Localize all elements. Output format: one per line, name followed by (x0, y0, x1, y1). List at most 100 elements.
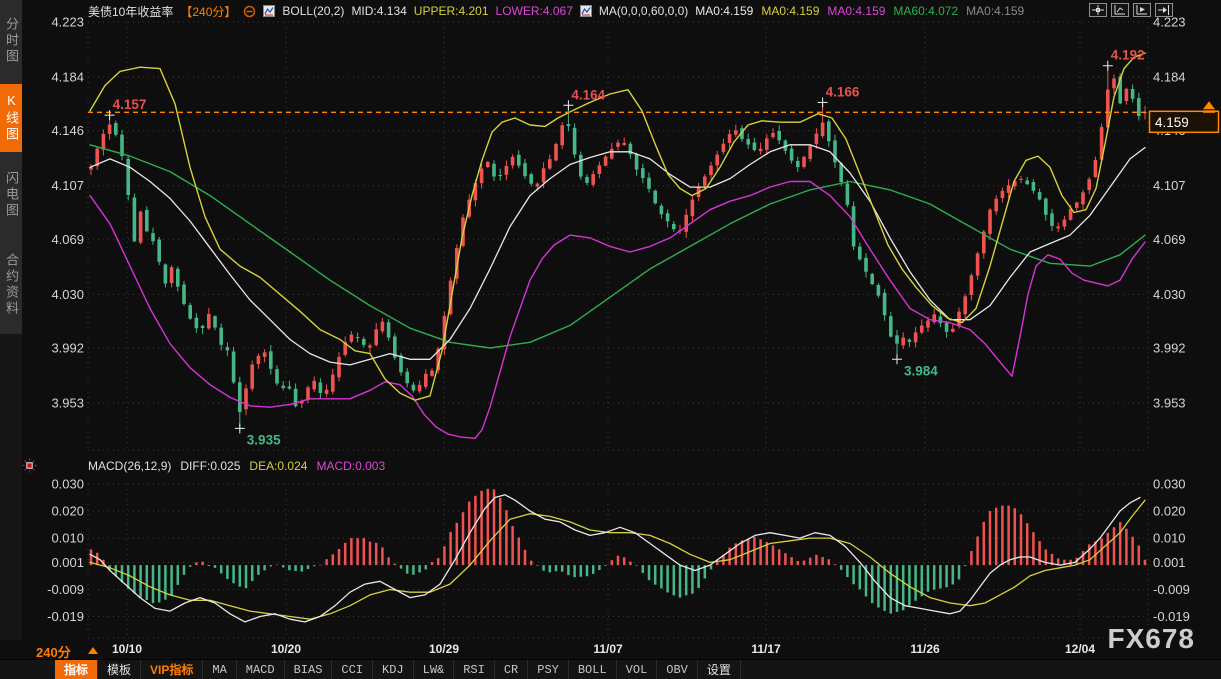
ma-value-2: MA0:4.159 (827, 4, 885, 18)
svg-text:4.184: 4.184 (1153, 70, 1186, 85)
low-annotation-3.935: 3.935 (247, 432, 281, 447)
shift-right-icon[interactable] (1155, 3, 1173, 17)
boll-indicator-icon[interactable] (263, 5, 275, 17)
candlestick-series[interactable] (89, 66, 1147, 429)
svg-text:0.020: 0.020 (1153, 504, 1186, 519)
period-dropdown-arrow-icon (88, 647, 98, 654)
toolbar-button-macd[interactable]: MACD (237, 660, 285, 679)
date-label-10-29: 10/29 (429, 642, 459, 656)
time-axis: 240分 10/1010/2010/2911/0711/1711/2612/04 (0, 641, 1221, 658)
period-tag[interactable]: 【240分】 (180, 3, 236, 20)
high-annotation-4.166: 4.166 (826, 84, 860, 99)
svg-text:-0.009: -0.009 (1153, 582, 1190, 597)
sidebar-item-kline-chart[interactable]: K线图 (0, 84, 22, 152)
svg-text:0.030: 0.030 (1153, 477, 1186, 492)
left-sidebar: 分时图 K线图闪电图合约资料 (0, 0, 22, 640)
toolbar-button-bias[interactable]: BIAS (285, 660, 333, 679)
svg-text:-0.019: -0.019 (1153, 609, 1190, 624)
price-annotations-layer: 4.157 4.164 4.166 4.192 3.935 3.984 (105, 48, 1145, 448)
sidebar-item-contract-info[interactable]: 合约资料 (0, 238, 22, 332)
svg-text:3.992: 3.992 (51, 340, 84, 355)
high-annotation-4.164: 4.164 (571, 87, 605, 102)
svg-text:0.010: 0.010 (51, 531, 84, 546)
toolbar-button-boll[interactable]: BOLL (569, 660, 617, 679)
svg-text:0.020: 0.020 (51, 504, 84, 519)
high-annotation-4.192: 4.192 (1111, 48, 1145, 63)
toolbar-button-kdj[interactable]: KDJ (373, 660, 414, 679)
toolbar-button-vip-indicator[interactable]: VIP指标 (141, 660, 203, 679)
current-price-marker: 4.159 (88, 101, 1219, 132)
current-price-value: 4.159 (1155, 115, 1189, 130)
ma-values: MA0:4.159 MA0:4.159 MA0:4.159 MA60:4.072 MA0… (695, 4, 1024, 18)
date-label-11-07: 11/07 (593, 642, 622, 656)
macd-header: MACD(26,12,9) DIFF:0.025 DEA:0.024 MACD:… (88, 459, 385, 473)
boll-mid-value: MID:4.134 (351, 4, 406, 18)
boll-upper-value: UPPER:4.201 (414, 4, 489, 18)
minus-circle-icon[interactable] (243, 5, 256, 18)
ma-value-1: MA0:4.159 (761, 4, 819, 18)
date-label-10-10: 10/10 (112, 642, 142, 656)
chart-header: 美债10年收益率 【240分】 BOLL(20,2) MID:4.134 UPP… (88, 3, 1024, 19)
svg-text:0.001: 0.001 (51, 555, 84, 570)
svg-text:4.223: 4.223 (51, 15, 84, 30)
toolbar-button-template[interactable]: 模板 (98, 660, 141, 679)
toolbar-button-rsi[interactable]: RSI (454, 660, 495, 679)
svg-text:-0.009: -0.009 (47, 582, 84, 597)
svg-text:4.069: 4.069 (51, 232, 84, 247)
toolbar-button-settings[interactable]: 设置 (698, 660, 741, 679)
chart-tool-icons (1089, 3, 1173, 17)
macd-dea-value: DEA:0.024 (249, 459, 307, 473)
trading-app-window: 4.2234.2234.1844.1844.1464.1464.1074.107… (0, 0, 1221, 679)
svg-text:-0.019: -0.019 (47, 609, 84, 624)
watermark: FX678 (1108, 623, 1196, 655)
overlay-lines-layer (90, 53, 1145, 438)
ma-value-4: MA0:4.159 (966, 4, 1024, 18)
svg-text:0.030: 0.030 (51, 477, 84, 492)
svg-text:4.146: 4.146 (51, 123, 84, 138)
date-label-12-04: 12/04 (1065, 642, 1095, 656)
toolbar-button-vol[interactable]: VOL (617, 660, 658, 679)
toolbar-button-indicator[interactable]: 指标 (55, 660, 98, 679)
toolbar-button-lw[interactable]: LW& (414, 660, 455, 679)
date-label-11-26: 11/26 (910, 642, 939, 656)
macd-label: MACD(26,12,9) (88, 459, 171, 473)
symbol-title: 美债10年收益率 (88, 3, 173, 20)
low-annotation-3.984: 3.984 (904, 363, 938, 378)
high-annotation-4.157: 4.157 (113, 97, 147, 112)
svg-text:4.069: 4.069 (1153, 232, 1186, 247)
crosshair-icon[interactable] (1089, 3, 1107, 17)
macd-series-layer (90, 489, 1147, 622)
svg-text:4.107: 4.107 (1153, 178, 1186, 193)
ma-value-3: MA60:4.072 (893, 4, 958, 18)
axis-scale-icon[interactable] (1111, 3, 1129, 17)
toolbar-button-cci[interactable]: CCI (332, 660, 373, 679)
svg-text:4.030: 4.030 (51, 287, 84, 302)
toolbar-button-ma[interactable]: MA (203, 660, 236, 679)
svg-text:3.953: 3.953 (1153, 396, 1186, 411)
ma-label: MA(0,0,0,60,0,0) (599, 4, 688, 18)
macd-diff-value: DIFF:0.025 (180, 459, 240, 473)
boll-label: BOLL(20,2) (282, 4, 344, 18)
boll-lower-value: LOWER:4.067 (496, 4, 573, 18)
svg-text:3.953: 3.953 (51, 396, 84, 411)
svg-text:3.992: 3.992 (1153, 340, 1186, 355)
scroll-chart-icon[interactable] (1133, 3, 1151, 17)
date-label-11-17: 11/17 (751, 642, 780, 656)
ma-indicator-icon[interactable] (580, 5, 592, 17)
svg-text:0.001: 0.001 (1153, 555, 1186, 570)
toolbar-button-psy[interactable]: PSY (528, 660, 569, 679)
sidebar-item-time-chart[interactable]: 分时图 (0, 6, 22, 76)
macd-macd-value: MACD:0.003 (316, 459, 385, 473)
alarm-indicator-icon[interactable] (22, 458, 37, 478)
sidebar-item-flash-chart[interactable]: 闪电图 (0, 160, 22, 230)
bottom-toolbar: 指标模板VIP指标MAMACDBIASCCIKDJLW&RSICRPSYBOLL… (0, 659, 1221, 679)
ma-value-0: MA0:4.159 (695, 4, 753, 18)
svg-text:4.107: 4.107 (51, 178, 84, 193)
date-label-10-20: 10/20 (271, 642, 301, 656)
svg-text:0.010: 0.010 (1153, 531, 1186, 546)
toolbar-button-obv[interactable]: OBV (657, 660, 698, 679)
chart-canvas[interactable]: 4.2234.2234.1844.1844.1464.1464.1074.107… (0, 0, 1221, 679)
svg-text:4.030: 4.030 (1153, 287, 1186, 302)
toolbar-button-cr[interactable]: CR (495, 660, 528, 679)
svg-text:4.184: 4.184 (51, 70, 84, 85)
